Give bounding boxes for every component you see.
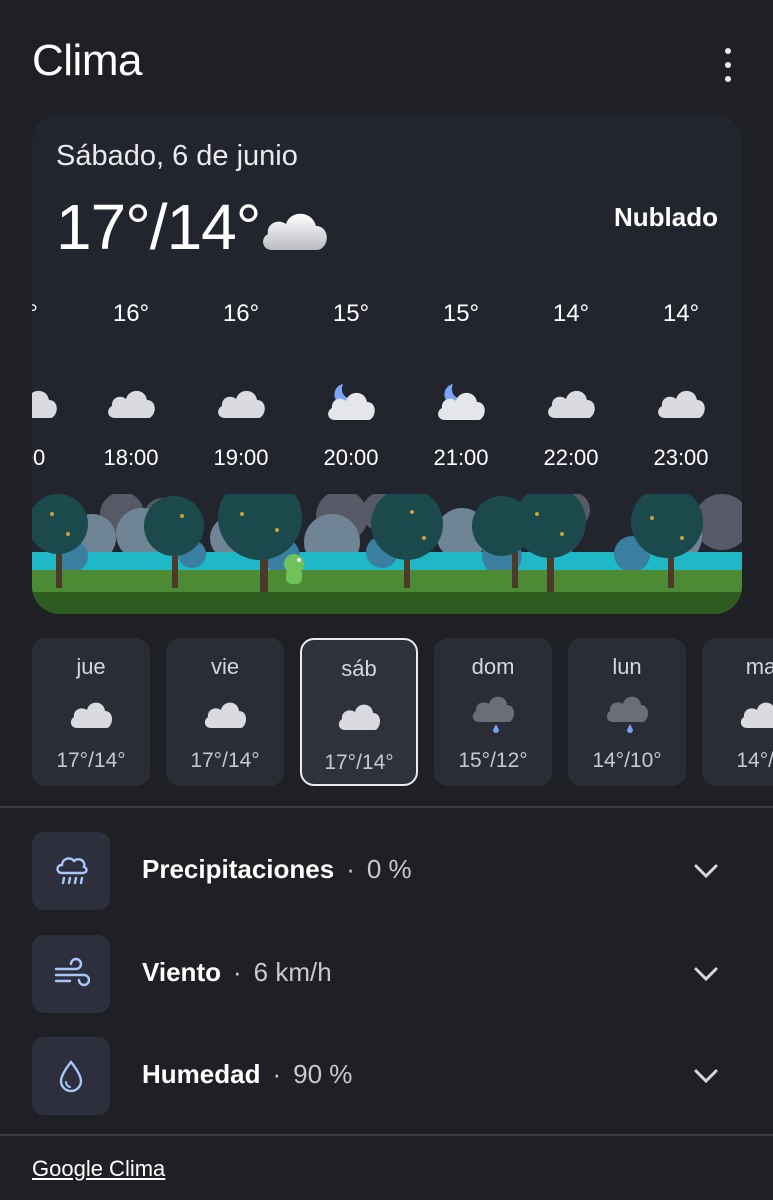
day-card-selected[interactable]: sáb 17°/14° [300,638,418,786]
hourly-temp: 15° [442,300,480,327]
chevron-down-icon[interactable] [692,963,720,985]
day-card[interactable]: lun 14°/10° [568,638,686,786]
cloud-icon [70,702,113,728]
day-temps: 15°/12° [458,749,528,772]
day-name: lun [612,654,642,679]
cloud-icon [263,213,327,250]
hourly-time: 21:00 [433,445,489,470]
wind-row[interactable]: Viento · 6 km/h [32,935,742,1015]
cloud-icon [32,390,57,418]
cloud-icon [108,390,155,418]
hourly-temp: 15° [332,300,370,327]
detail-label: Viento [142,957,221,987]
chevron-down-icon[interactable] [692,860,720,882]
cloud-icon [658,390,705,418]
hourly-temp: 16° [112,300,150,327]
daily-forecast: jue 17°/14° vie 17°/14° sáb 17°/14° dom … [32,638,773,788]
day-name: sáb [341,656,377,681]
precipitation-row[interactable]: Precipitaciones · 0 % [32,832,742,912]
cloud-icon [338,704,381,730]
day-temps: 17°/14° [56,749,126,772]
day-name: dom [471,654,515,679]
hourly-item: 16° 19:00 [186,300,296,471]
forest-illustration [32,494,742,614]
rain-cloud-icon [472,696,515,733]
day-name: vie [210,654,240,679]
detail-label: Precipitaciones [142,854,335,884]
hero-condition: Nublado [614,202,718,232]
hourly-item: 16° 18:00 [76,300,186,471]
hourly-time: 18:00 [103,445,159,470]
day-card[interactable]: dom 15°/12° [434,638,552,786]
hourly-temp: 14° [552,300,590,327]
day-name: ma [745,654,773,679]
hourly-temp: 14° [662,300,700,327]
hourly-time: 20:00 [323,445,379,470]
hourly-time: 22:00 [543,445,599,470]
detail-value: 6 km/h [253,957,332,987]
rain-cloud-icon [606,696,649,733]
hourly-item: 15° 20:00 [296,300,406,471]
wind-icon [32,935,110,1013]
day-temps: 14°/10° [592,749,662,772]
weather-hero-card: Sábado, 6 de junio 17°/14° Nublado ° 00 … [32,114,742,614]
cloud-icon [740,702,773,728]
google-clima-link[interactable]: Google Clima [32,1156,165,1182]
detail-label: Humedad [142,1059,261,1089]
hourly-temp: 16° [222,300,260,327]
hourly-item: 15° 21:00 [406,300,516,471]
day-name: jue [76,654,106,679]
more-options-icon[interactable] [716,48,740,82]
divider [0,806,773,808]
hero-temperature: 17°/14° [56,191,261,263]
hourly-time: 23:00 [653,445,709,470]
hourly-time: 19:00 [213,445,269,470]
day-card[interactable]: ma 14°/9 [702,638,773,786]
water-drop-icon [32,1037,110,1115]
day-card[interactable]: jue 17°/14° [32,638,150,786]
day-temps: 14°/9 [736,749,773,772]
chevron-down-icon[interactable] [692,1065,720,1087]
cloud-icon [218,390,265,418]
hero-date: Sábado, 6 de junio [56,140,298,172]
divider [0,1134,773,1136]
rain-icon [32,832,110,910]
detail-value: 90 % [293,1059,353,1089]
cloud-icon [204,702,247,728]
hourly-item: 14° 22:00 [516,300,626,471]
app-title: Clima [32,36,142,85]
cloud-icon [548,390,595,418]
day-card[interactable]: vie 17°/14° [166,638,284,786]
hourly-item: 14° 23:00 [626,300,736,471]
day-temps: 17°/14° [324,751,394,774]
moon-cloud-icon [438,384,485,420]
detail-value: 0 % [366,854,412,884]
moon-cloud-icon [328,384,375,420]
humidity-row[interactable]: Humedad · 90 % [32,1037,742,1117]
day-temps: 17°/14° [190,749,260,772]
